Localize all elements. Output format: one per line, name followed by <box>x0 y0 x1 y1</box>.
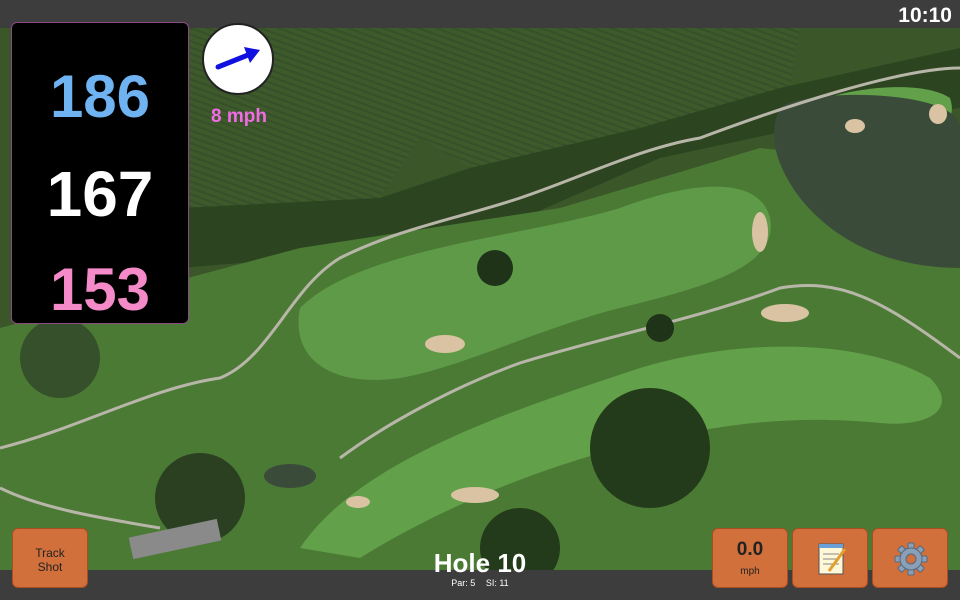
track-shot-button[interactable]: Track Shot <box>12 528 88 588</box>
back-distance: 186 <box>49 63 151 130</box>
notes-button[interactable] <box>792 528 868 588</box>
speed-unit: mph <box>740 566 760 577</box>
clock: 10:10 <box>898 4 952 27</box>
hole-title: Hole 10 <box>433 548 527 578</box>
settings-button[interactable] <box>872 528 948 588</box>
notepad-icon <box>818 543 847 575</box>
hole-par: Par: 5 <box>451 578 476 588</box>
hole-stroke-index: SI: 11 <box>485 578 509 588</box>
gear-icon <box>894 542 928 576</box>
hole-meta: Par: 5 SI: 11 <box>380 578 580 588</box>
middle-distance: 167 <box>46 158 154 230</box>
wind-arrow-icon <box>215 47 260 70</box>
wind-speed-label: 8 mph <box>211 106 267 127</box>
distance-panel: 186 167 153 <box>11 22 189 324</box>
track-shot-label-line2: Shot <box>37 560 63 574</box>
speed-button[interactable]: 0.0 mph <box>712 528 788 588</box>
speed-value: 0.0 <box>736 539 764 560</box>
wind-indicator <box>202 23 274 95</box>
track-shot-label-line1: Track <box>35 546 65 560</box>
front-distance: 153 <box>49 256 151 323</box>
